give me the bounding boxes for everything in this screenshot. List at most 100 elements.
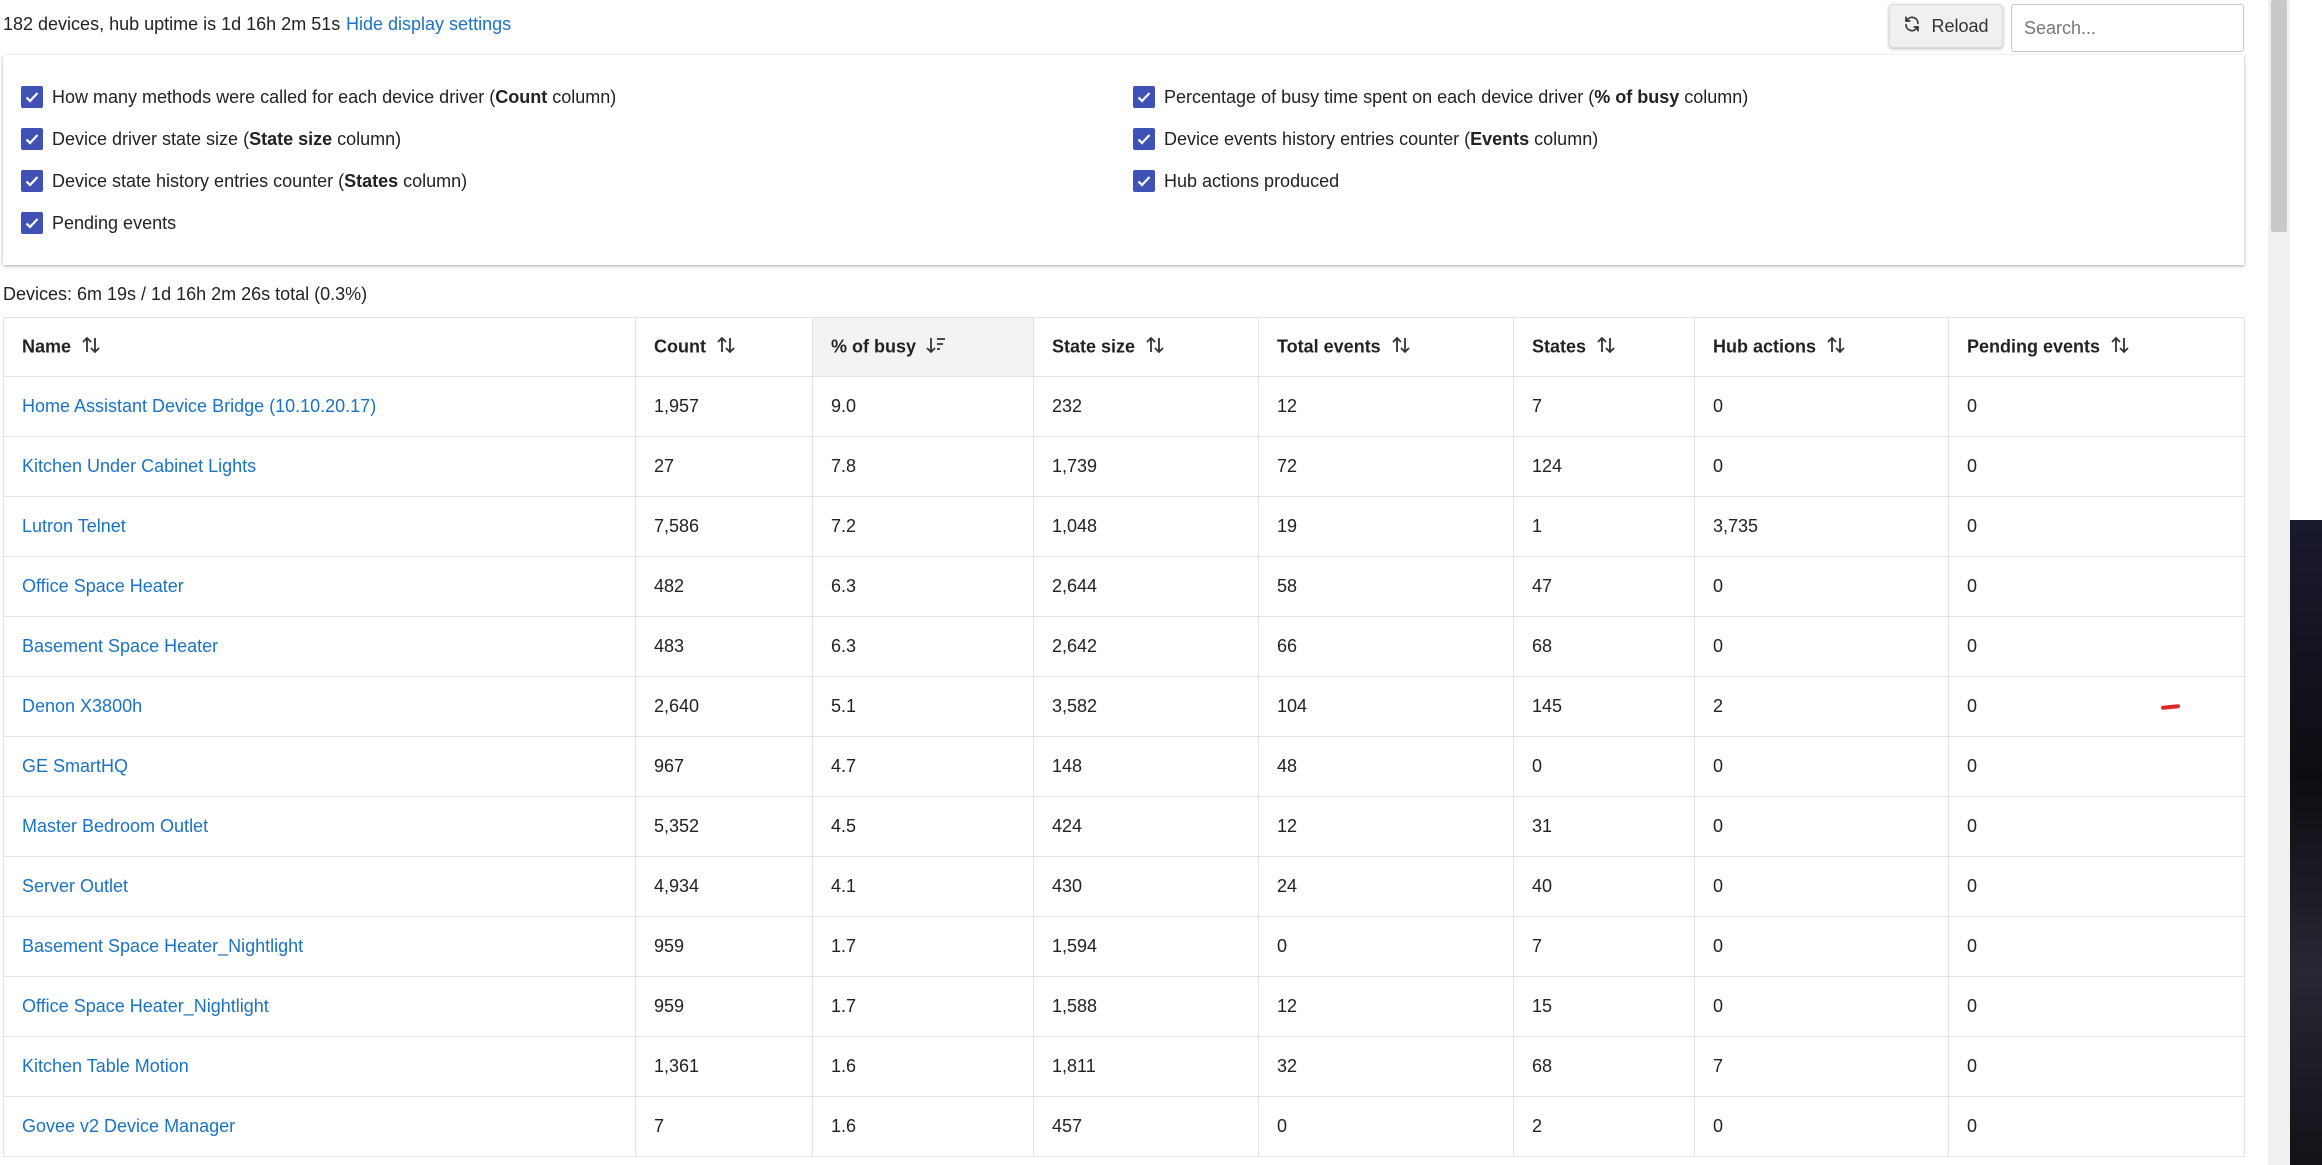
sort-descending-icon[interactable] xyxy=(926,337,946,358)
column-header-state-size[interactable]: State size xyxy=(1033,317,1259,377)
device-name-link[interactable]: Master Bedroom Outlet xyxy=(22,816,208,836)
column-header-count[interactable]: Count xyxy=(635,317,813,377)
table-cell: 48 xyxy=(1258,736,1514,797)
table-cell: Denon X3800h xyxy=(3,676,636,737)
table-cell: 1.7 xyxy=(812,916,1034,977)
option-pending-events[interactable]: Pending events xyxy=(21,212,176,234)
table-cell: 482 xyxy=(635,556,813,617)
sort-icon[interactable] xyxy=(1596,336,1616,358)
table-cell: 3,735 xyxy=(1694,496,1949,557)
table-cell: Lutron Telnet xyxy=(3,496,636,557)
table-cell: 1,739 xyxy=(1033,436,1259,497)
table-body: Home Assistant Device Bridge (10.10.20.1… xyxy=(3,376,2245,1157)
checkbox-checked-icon[interactable] xyxy=(21,170,43,192)
column-header-hub-actions[interactable]: Hub actions xyxy=(1694,317,1949,377)
table-cell: 1,811 xyxy=(1033,1036,1259,1097)
column-header-percent-busy[interactable]: % of busy xyxy=(812,317,1034,377)
sort-icon[interactable] xyxy=(2110,336,2130,358)
table-cell: 2 xyxy=(1513,1096,1695,1157)
option-count[interactable]: How many methods were called for each de… xyxy=(21,86,616,108)
reload-button[interactable]: Reload xyxy=(1889,4,2003,48)
option-label: Hub actions produced xyxy=(1164,170,1340,191)
table-cell: 2,644 xyxy=(1033,556,1259,617)
table-cell: Server Outlet xyxy=(3,856,636,917)
device-name-link[interactable]: Basement Space Heater xyxy=(22,636,218,656)
sort-icon[interactable] xyxy=(716,336,736,358)
table-cell: 0 xyxy=(1948,496,2245,557)
option-percent-busy[interactable]: Percentage of busy time spent on each de… xyxy=(1133,86,1748,108)
sort-icon[interactable] xyxy=(1826,336,1846,358)
table-cell: 0 xyxy=(1948,1096,2245,1157)
option-states[interactable]: Device state history entries counter (St… xyxy=(21,170,467,192)
device-name-link[interactable]: Office Space Heater_Nightlight xyxy=(22,996,269,1016)
column-header-pending-events[interactable]: Pending events xyxy=(1948,317,2245,377)
table-cell: 104 xyxy=(1258,676,1514,737)
column-header-states[interactable]: States xyxy=(1513,317,1695,377)
table-cell: 1.7 xyxy=(812,976,1034,1037)
devices-summary: Devices: 6m 19s / 1d 16h 2m 26s total (0… xyxy=(3,284,368,304)
table-cell: 483 xyxy=(635,616,813,677)
table-header-row: Name Count % of busy State size Total ev… xyxy=(3,317,2245,377)
table-cell: 2 xyxy=(1694,676,1949,737)
table-cell: 0 xyxy=(1694,436,1949,497)
sort-icon[interactable] xyxy=(1145,336,1165,358)
device-name-link[interactable]: Kitchen Under Cabinet Lights xyxy=(22,456,256,476)
option-label: Device events history entries counter (E… xyxy=(1164,128,1599,149)
device-name-link[interactable]: Server Outlet xyxy=(22,876,128,896)
table-cell: 5.1 xyxy=(812,676,1034,737)
option-state-size[interactable]: Device driver state size (State size col… xyxy=(21,128,401,150)
sort-icon[interactable] xyxy=(1391,336,1411,358)
checkbox-checked-icon[interactable] xyxy=(1133,128,1155,150)
device-name-link[interactable]: Denon X3800h xyxy=(22,696,142,716)
table-cell: 0 xyxy=(1513,736,1695,797)
option-hub-actions[interactable]: Hub actions produced xyxy=(1133,170,1339,192)
table-cell: 40 xyxy=(1513,856,1695,917)
hide-display-settings-link[interactable]: Hide display settings xyxy=(346,14,511,35)
table-cell: 68 xyxy=(1513,616,1695,677)
table-cell: 2,640 xyxy=(635,676,813,737)
device-name-link[interactable]: Home Assistant Device Bridge (10.10.20.1… xyxy=(22,396,376,416)
device-name-link[interactable]: Office Space Heater xyxy=(22,576,184,596)
table-cell: 0 xyxy=(1694,736,1949,797)
table-cell: 430 xyxy=(1033,856,1259,917)
table-cell: 7 xyxy=(1513,916,1695,977)
table-cell: Home Assistant Device Bridge (10.10.20.1… xyxy=(3,376,636,437)
table-row: Lutron Telnet 7,586 7.2 1,048 19 1 3,735 0 xyxy=(3,496,2245,557)
checkbox-checked-icon[interactable] xyxy=(21,212,43,234)
table-cell: Kitchen Under Cabinet Lights xyxy=(3,436,636,497)
table-cell: 0 xyxy=(1948,856,2245,917)
column-header-name[interactable]: Name xyxy=(3,317,636,377)
table-cell: 145 xyxy=(1513,676,1695,737)
checkbox-checked-icon[interactable] xyxy=(21,128,43,150)
device-name-link[interactable]: Govee v2 Device Manager xyxy=(22,1116,235,1136)
device-name-link[interactable]: Lutron Telnet xyxy=(22,516,126,536)
checkbox-checked-icon[interactable] xyxy=(1133,170,1155,192)
table-cell: 0 xyxy=(1258,1096,1514,1157)
search-input[interactable] xyxy=(2011,4,2244,52)
table-cell: Office Space Heater xyxy=(3,556,636,617)
table-cell: 124 xyxy=(1513,436,1695,497)
table-cell: 0 xyxy=(1694,976,1949,1037)
checkbox-checked-icon[interactable] xyxy=(1133,86,1155,108)
display-settings-panel: How many methods were called for each de… xyxy=(3,55,2244,265)
device-table: Name Count % of busy State size Total ev… xyxy=(3,317,2245,1157)
table-row: Server Outlet 4,934 4.1 430 24 40 0 0 xyxy=(3,856,2245,917)
table-cell: 5,352 xyxy=(635,796,813,857)
device-name-link[interactable]: GE SmartHQ xyxy=(22,756,128,776)
table-cell: 0 xyxy=(1694,796,1949,857)
device-name-link[interactable]: Basement Space Heater_Nightlight xyxy=(22,936,303,956)
sort-icon[interactable] xyxy=(81,336,101,358)
table-cell: 0 xyxy=(1948,976,2245,1037)
table-cell: Kitchen Table Motion xyxy=(3,1036,636,1097)
table-cell: 66 xyxy=(1258,616,1514,677)
table-cell: 1,588 xyxy=(1033,976,1259,1037)
table-cell: 0 xyxy=(1948,796,2245,857)
checkbox-checked-icon[interactable] xyxy=(21,86,43,108)
scrollbar-thumb[interactable] xyxy=(2271,0,2287,232)
table-cell: 424 xyxy=(1033,796,1259,857)
table-cell: 15 xyxy=(1513,976,1695,1037)
table-cell: 0 xyxy=(1948,676,2245,737)
device-name-link[interactable]: Kitchen Table Motion xyxy=(22,1056,189,1076)
option-events[interactable]: Device events history entries counter (E… xyxy=(1133,128,1598,150)
column-header-total-events[interactable]: Total events xyxy=(1258,317,1514,377)
